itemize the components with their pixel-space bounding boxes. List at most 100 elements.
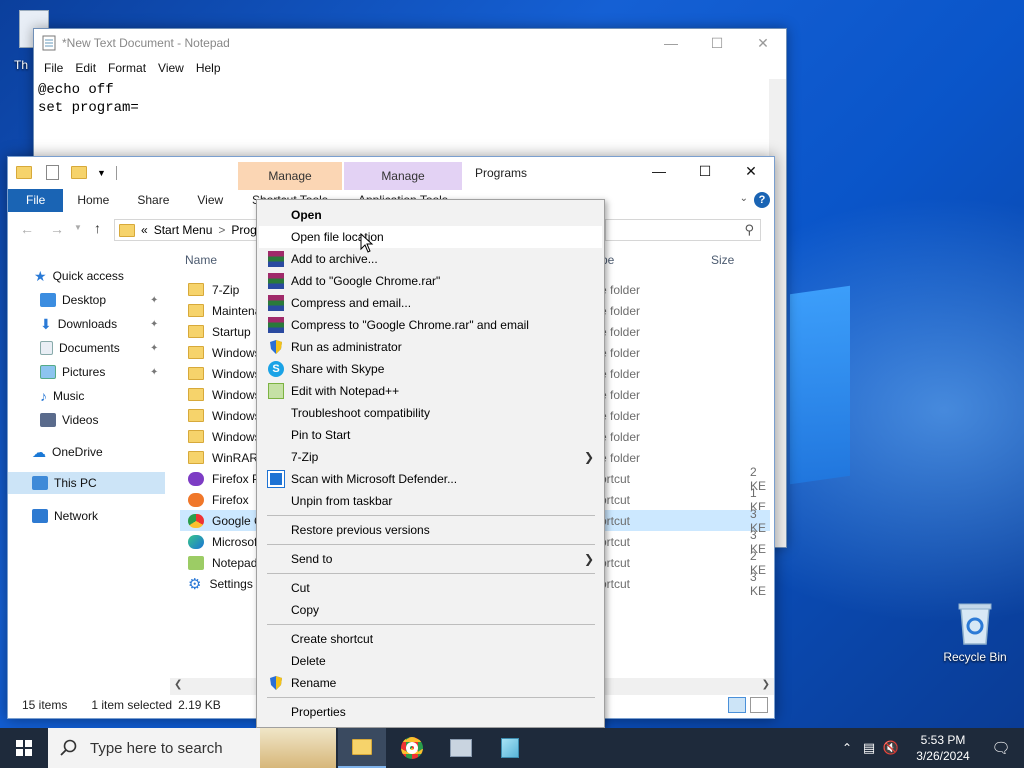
close-button[interactable]: ✕	[728, 157, 774, 185]
menu-item-rename[interactable]: Rename	[259, 672, 602, 694]
menu-item-create-shortcut[interactable]: Create shortcut	[259, 628, 602, 650]
videos-icon	[40, 413, 56, 427]
column-header-size[interactable]: Size	[711, 253, 734, 273]
maximize-button[interactable]: ☐	[694, 29, 740, 57]
menu-item-share-skype[interactable]: S Share with Skype	[259, 358, 602, 380]
winrar-icon	[268, 317, 284, 333]
menu-item-scan-defender[interactable]: Scan with Microsoft Defender...	[259, 468, 602, 490]
pin-icon[interactable]: ✦	[150, 295, 158, 306]
new-folder-icon[interactable]	[71, 166, 87, 179]
nav-quick-access[interactable]: ★ Quick access	[34, 265, 124, 287]
minimize-icon: —	[664, 35, 678, 51]
nav-pictures[interactable]: Pictures	[40, 361, 105, 383]
menu-edit[interactable]: Edit	[69, 61, 102, 75]
scroll-left-icon[interactable]: ❮	[174, 679, 182, 690]
nav-this-pc[interactable]: This PC	[8, 472, 165, 494]
details-view-icon[interactable]	[728, 697, 746, 713]
nav-music[interactable]: ♪ Music	[40, 385, 84, 407]
tab-share[interactable]: Share	[123, 189, 183, 212]
nav-documents[interactable]: Documents	[40, 337, 120, 359]
menu-item-compress-rar-email[interactable]: Compress to "Google Chrome.rar" and emai…	[259, 314, 602, 336]
menu-item-run-as-admin[interactable]: Run as administrator	[259, 336, 602, 358]
tab-manage-application-tools[interactable]: Manage	[344, 162, 462, 190]
file-type: e folder	[600, 450, 641, 465]
start-button[interactable]	[0, 728, 48, 768]
tab-home[interactable]: Home	[63, 189, 123, 212]
taskbar-chrome[interactable]	[388, 728, 436, 768]
nav-network[interactable]: Network	[32, 505, 98, 527]
nav-videos[interactable]: Videos	[40, 409, 98, 431]
context-menu: Open Open file location Add to archive..…	[256, 199, 605, 728]
chevron-down-icon[interactable]: ▼	[74, 223, 82, 232]
menu-item-copy[interactable]: Copy	[259, 599, 602, 621]
menu-item-add-to-archive[interactable]: Add to archive...	[259, 248, 602, 270]
notifications-icon[interactable]: 🗨	[978, 739, 1024, 757]
toolbar-divider	[115, 165, 117, 180]
minimize-button[interactable]: —	[648, 29, 694, 57]
breadcrumb-separator[interactable]: >	[218, 223, 225, 237]
recycle-bin[interactable]: Recycle Bin	[940, 600, 1010, 664]
taskbar-notepad[interactable]	[486, 728, 534, 768]
pin-icon[interactable]: ✦	[150, 343, 158, 354]
menu-item-delete[interactable]: Delete	[259, 650, 602, 672]
volume-muted-icon[interactable]: 🔇	[880, 740, 902, 756]
taskbar-app[interactable]	[437, 728, 485, 768]
tab-view[interactable]: View	[183, 189, 237, 212]
nav-label: Pictures	[62, 365, 106, 379]
menu-format[interactable]: Format	[102, 61, 152, 75]
menu-file[interactable]: File	[38, 61, 69, 75]
notepad-editor[interactable]: @echo off set program=	[34, 79, 786, 119]
menu-item-7zip[interactable]: 7-Zip ❯	[259, 446, 602, 468]
computer-icon	[32, 476, 48, 490]
network-icon[interactable]: ▤	[858, 740, 880, 756]
menu-item-open-file-location[interactable]: Open file location	[259, 226, 602, 248]
minimize-button[interactable]: —	[636, 157, 682, 185]
folder-icon	[16, 166, 32, 179]
taskbar-search-box[interactable]: Type here to search	[48, 728, 336, 768]
address-bar[interactable]: « Start Menu > Prog	[114, 219, 264, 241]
nav-desktop[interactable]: Desktop	[40, 289, 106, 311]
breadcrumb-overflow[interactable]: «	[141, 223, 148, 237]
clock[interactable]: 5:53 PM 3/26/2024	[908, 732, 978, 764]
nav-onedrive[interactable]: ☁ OneDrive	[32, 441, 103, 463]
taskbar-file-explorer[interactable]	[338, 728, 386, 768]
breadcrumb-programs[interactable]: Prog	[231, 223, 256, 237]
column-header-name[interactable]: Name	[185, 253, 217, 273]
menu-item-add-to-rar[interactable]: Add to "Google Chrome.rar"	[259, 270, 602, 292]
menu-view[interactable]: View	[152, 61, 190, 75]
chevron-down-icon[interactable]: ⌄	[740, 193, 748, 204]
large-icons-view-icon[interactable]	[750, 697, 768, 713]
menu-item-troubleshoot[interactable]: Troubleshoot compatibility	[259, 402, 602, 424]
close-button[interactable]: ✕	[740, 29, 786, 57]
menu-item-pin-start[interactable]: Pin to Start	[259, 424, 602, 446]
maximize-button[interactable]: ☐	[682, 157, 728, 185]
forward-arrow-icon[interactable]: →	[50, 221, 64, 237]
menu-item-open[interactable]: Open	[259, 204, 602, 226]
menu-item-compress-email[interactable]: Compress and email...	[259, 292, 602, 314]
up-arrow-icon[interactable]: ↑	[94, 220, 101, 236]
chevron-down-icon[interactable]: ▼	[97, 168, 106, 178]
tab-manage-shortcut-tools[interactable]: Manage	[238, 162, 342, 190]
menu-item-edit-notepadpp[interactable]: Edit with Notepad++	[259, 380, 602, 402]
menu-item-restore-versions[interactable]: Restore previous versions	[259, 519, 602, 541]
search-box[interactable]: ⚲	[605, 219, 761, 241]
chevron-up-icon[interactable]: ⌃	[836, 741, 858, 755]
menu-item-send-to[interactable]: Send to ❯	[259, 548, 602, 570]
back-arrow-icon[interactable]: ←	[20, 221, 34, 237]
tab-file[interactable]: File	[8, 189, 64, 212]
file-size: 3 KE	[750, 569, 767, 598]
help-icon[interactable]: ?	[754, 192, 770, 208]
nav-downloads[interactable]: ⬇ Downloads	[40, 313, 117, 335]
explorer-titlebar[interactable]: ▼ Manage Manage Programs — ☐ ✕	[8, 157, 774, 190]
scroll-right-icon[interactable]: ❯	[762, 679, 770, 690]
menu-item-cut[interactable]: Cut	[259, 577, 602, 599]
file-type: e folder	[600, 429, 641, 444]
menu-item-properties[interactable]: Properties	[259, 701, 602, 723]
network-icon	[32, 509, 48, 523]
pin-icon[interactable]: ✦	[150, 319, 158, 330]
breadcrumb-start-menu[interactable]: Start Menu	[154, 223, 213, 237]
menu-item-unpin-taskbar[interactable]: Unpin from taskbar	[259, 490, 602, 512]
pin-icon[interactable]: ✦	[150, 367, 158, 378]
properties-icon[interactable]	[46, 165, 59, 180]
menu-help[interactable]: Help	[190, 61, 227, 75]
